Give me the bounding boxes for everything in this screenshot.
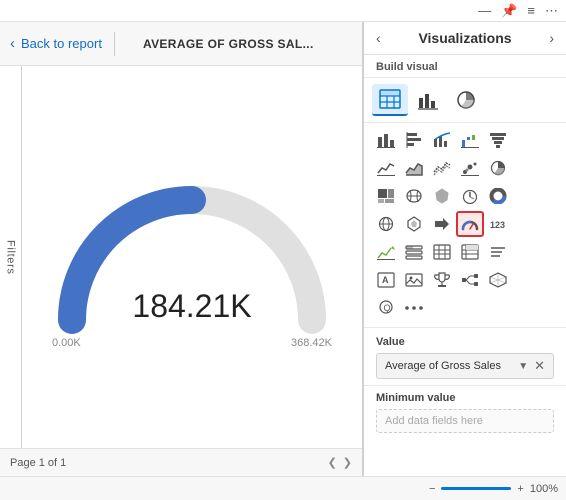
more-icon[interactable]: ⋯ xyxy=(545,3,558,19)
field-pill-icons: ▼ ✕ xyxy=(518,358,545,374)
next-page-button[interactable]: ❯ xyxy=(343,456,352,469)
report-title: AVERAGE OF GROSS SAL... xyxy=(143,37,314,51)
shape-map-icon[interactable] xyxy=(400,211,428,237)
table-viz-icon[interactable] xyxy=(428,239,456,265)
gauge-min-label: 0.00K xyxy=(52,337,81,349)
icon-row-4: 123 xyxy=(372,211,558,237)
viz-right-arrow[interactable]: › xyxy=(549,30,554,46)
value-field-section: Value Average of Gross Sales ▼ ✕ xyxy=(364,327,566,385)
back-arrow-icon: ‹ xyxy=(10,35,15,52)
svg-text:A: A xyxy=(382,275,389,285)
gauge-area: 184.21K 0.00K 368.42K xyxy=(22,66,362,448)
area-chart-icon[interactable] xyxy=(400,155,428,181)
field-remove-icon[interactable]: ✕ xyxy=(534,358,545,374)
nav-divider xyxy=(114,32,115,56)
ribbon-icon[interactable] xyxy=(428,155,456,181)
back-to-report-button[interactable]: ‹ Back to report xyxy=(10,35,102,52)
scatter-icon[interactable] xyxy=(456,155,484,181)
gauge-labels: 0.00K 368.42K xyxy=(52,337,332,349)
number-card-icon[interactable]: 123 xyxy=(484,211,512,237)
top-bar-chart-icon[interactable] xyxy=(410,84,446,116)
line-chart-icon[interactable] xyxy=(372,155,400,181)
icon-grid: 123 xyxy=(364,123,566,327)
gauge-value: 184.21K xyxy=(132,288,251,325)
trophy-icon[interactable] xyxy=(428,267,456,293)
filters-strip[interactable]: Filters xyxy=(0,66,22,448)
icon-row-1 xyxy=(372,127,558,153)
filled-map-icon[interactable] xyxy=(428,183,456,209)
gauge-chart-icon[interactable] xyxy=(456,211,484,237)
matrix-icon[interactable] xyxy=(456,239,484,265)
top-pie-chart-icon[interactable] xyxy=(448,84,484,116)
zoom-plus-button[interactable]: + xyxy=(517,483,523,495)
zoom-slider[interactable] xyxy=(441,487,511,490)
image-icon[interactable] xyxy=(400,267,428,293)
decomp-tree-icon[interactable] xyxy=(456,267,484,293)
pin-icon[interactable]: 📌 xyxy=(501,3,517,19)
min-section-label: Minimum value xyxy=(376,392,554,404)
build-visual-label: Build visual xyxy=(364,55,566,78)
slicer-icon[interactable] xyxy=(400,239,428,265)
top-table-icon[interactable] xyxy=(372,84,408,116)
waterfall-icon[interactable] xyxy=(456,127,484,153)
left-panel: ‹ Back to report AVERAGE OF GROSS SAL...… xyxy=(0,22,363,476)
viz-header: ‹ Visualizations › xyxy=(364,22,566,55)
zoom-bar: − + 100% xyxy=(0,476,566,500)
footer-nav: ❮ ❯ xyxy=(328,456,352,469)
prev-page-button[interactable]: ❮ xyxy=(328,456,337,469)
gauge-container: 184.21K xyxy=(52,175,332,335)
svg-text:123: 123 xyxy=(490,220,505,230)
top-icon-row xyxy=(364,78,566,123)
main-layout: ‹ Back to report AVERAGE OF GROSS SAL...… xyxy=(0,22,566,476)
viz-panel-title: Visualizations xyxy=(418,30,511,46)
add-fields-placeholder[interactable]: Add data fields here xyxy=(376,409,554,433)
donut-icon[interactable] xyxy=(484,183,512,209)
field-dropdown-icon[interactable]: ▼ xyxy=(518,361,528,372)
pie-icon[interactable] xyxy=(484,155,512,181)
funnel-icon[interactable] xyxy=(484,127,512,153)
filters-label: Filters xyxy=(5,240,17,275)
globe-icon[interactable] xyxy=(372,211,400,237)
icon-row-2 xyxy=(372,155,558,181)
clock-gauge-icon[interactable] xyxy=(456,183,484,209)
hamburger-icon[interactable]: — xyxy=(478,3,491,19)
azure-map-icon[interactable] xyxy=(484,267,512,293)
zoom-slider-fill xyxy=(441,487,511,490)
treemap-icon[interactable] xyxy=(372,183,400,209)
zoom-minus-button[interactable]: − xyxy=(429,483,435,495)
bar-horizontal-icon[interactable] xyxy=(400,127,428,153)
map-icon[interactable] xyxy=(400,183,428,209)
svg-text:Q: Q xyxy=(384,303,391,313)
zoom-percent-label: 100% xyxy=(530,483,558,495)
page-label: Page 1 of 1 xyxy=(10,457,66,469)
icon-row-6: A xyxy=(372,267,558,293)
nav-bar: ‹ Back to report AVERAGE OF GROSS SAL... xyxy=(0,22,362,66)
qna-icon[interactable]: Q xyxy=(372,295,400,321)
value-section-label: Value xyxy=(376,336,554,348)
page-footer: Page 1 of 1 ❮ ❯ xyxy=(0,448,362,476)
menu-icon[interactable]: ≡ xyxy=(527,3,535,19)
viz-left-arrow[interactable]: ‹ xyxy=(376,30,381,46)
arrow-right-icon[interactable] xyxy=(428,211,456,237)
gauge-max-label: 368.42K xyxy=(291,337,332,349)
icon-row-5 xyxy=(372,239,558,265)
smart-narrative-icon[interactable] xyxy=(484,239,512,265)
back-to-report-label: Back to report xyxy=(21,36,102,51)
top-bar: — 📌 ≡ ⋯ xyxy=(0,0,566,22)
icon-row-7: Q xyxy=(372,295,558,321)
value-field-text: Average of Gross Sales xyxy=(385,360,501,372)
stacked-column-icon[interactable] xyxy=(372,127,400,153)
right-panel: ‹ Visualizations › Build visual xyxy=(363,22,566,476)
top-bar-icons: — 📌 ≡ ⋯ xyxy=(478,3,558,19)
min-value-field-section: Minimum value Add data fields here xyxy=(364,385,566,439)
text-box-icon[interactable]: A xyxy=(372,267,400,293)
more-visuals-icon[interactable] xyxy=(400,295,428,321)
combo-icon[interactable] xyxy=(428,127,456,153)
value-field-pill: Average of Gross Sales ▼ ✕ xyxy=(376,353,554,379)
kpi-icon[interactable] xyxy=(372,239,400,265)
icon-row-3 xyxy=(372,183,558,209)
content-area: Filters 184.21K 0.00K 368.42K xyxy=(0,66,362,448)
